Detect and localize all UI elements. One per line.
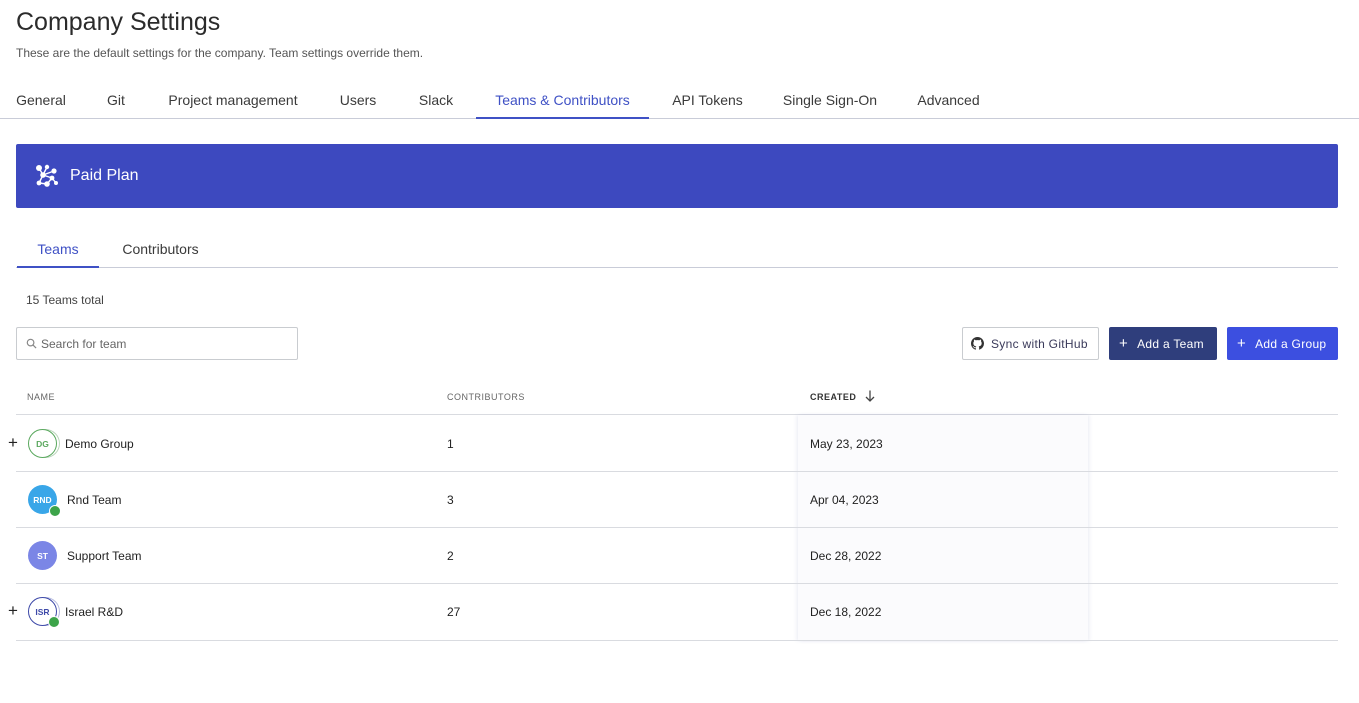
team-name[interactable]: Demo Group [65,437,134,451]
add-group-button[interactable]: + Add a Group [1227,327,1338,360]
github-icon [971,337,984,350]
table-row[interactable]: + DG Demo Group 1 May 23, 2023 [8,416,1338,472]
expand-row-icon[interactable]: + [7,602,19,620]
tab-advanced[interactable]: Advanced [915,80,982,119]
add-team-label: Add a Team [1137,336,1204,351]
teams-subtabs: Teams Contributors [16,230,1338,268]
tab-general[interactable]: General [14,80,68,119]
contributors-count: 1 [447,437,454,451]
avatar-initials: RND [33,494,52,505]
github-badge-icon [48,616,60,628]
page-subtitle: These are the default settings for the c… [16,46,424,60]
plus-icon: + [1237,335,1247,352]
created-date: Dec 28, 2022 [810,549,882,563]
plan-name: Paid Plan [70,167,139,184]
created-date: Dec 18, 2022 [810,605,882,619]
column-header-created-label: CREATED [810,392,857,402]
sync-github-label: Sync with GitHub [991,336,1088,351]
table-row[interactable]: RND Rnd Team 3 Apr 04, 2023 [16,472,1338,528]
teams-total-count: 15 Teams total [26,293,104,307]
expand-row-icon[interactable]: + [7,434,19,452]
column-header-contributors[interactable]: CONTRIBUTORS [447,392,525,402]
tab-teams[interactable]: Teams [17,230,99,268]
table-row[interactable]: + ISR Israel R&D 27 Dec 18, 2022 [8,584,1338,641]
avatar: ISR [28,597,60,628]
search-icon [26,338,37,349]
github-badge-icon [49,505,61,517]
table-row[interactable]: ST Support Team 2 Dec 28, 2022 [16,528,1338,584]
search-box [16,327,298,360]
search-input[interactable] [41,328,291,359]
tab-users[interactable]: Users [338,80,378,119]
sync-github-button[interactable]: Sync with GitHub [962,327,1099,360]
team-name[interactable]: Support Team [67,549,142,563]
tab-teams-contributors[interactable]: Teams & Contributors [476,80,649,119]
avatar: RND [28,485,61,517]
avatar: ST [28,541,57,570]
avatar-initials: ISR [35,606,50,617]
settings-tabs: General Git Project management Users Sla… [0,80,1359,119]
avatar: DG [28,429,57,458]
tab-git[interactable]: Git [104,80,128,119]
tab-contributors[interactable]: Contributors [120,230,201,268]
column-header-name[interactable]: NAME [27,392,55,402]
team-name[interactable]: Rnd Team [67,493,121,507]
tab-api-tokens[interactable]: API Tokens [670,80,745,119]
column-header-created[interactable]: CREATED [810,390,875,402]
created-date: Apr 04, 2023 [810,493,879,507]
plus-icon: + [1119,335,1129,352]
page-title: Company Settings [16,8,221,36]
team-name[interactable]: Israel R&D [65,605,123,619]
network-nodes-icon [36,164,58,187]
contributors-count: 27 [447,605,461,619]
tab-slack[interactable]: Slack [416,80,456,119]
table-header: NAME CONTRIBUTORS CREATED [16,380,1338,415]
add-group-label: Add a Group [1255,336,1327,351]
tab-single-sign-on[interactable]: Single Sign-On [782,80,878,119]
contributors-count: 2 [447,549,454,563]
plan-banner: Paid Plan [16,144,1338,208]
contributors-count: 3 [447,493,454,507]
add-team-button[interactable]: + Add a Team [1109,327,1217,360]
arrow-down-icon [865,390,875,402]
created-date: May 23, 2023 [810,437,883,451]
tab-project-management[interactable]: Project management [166,80,300,119]
